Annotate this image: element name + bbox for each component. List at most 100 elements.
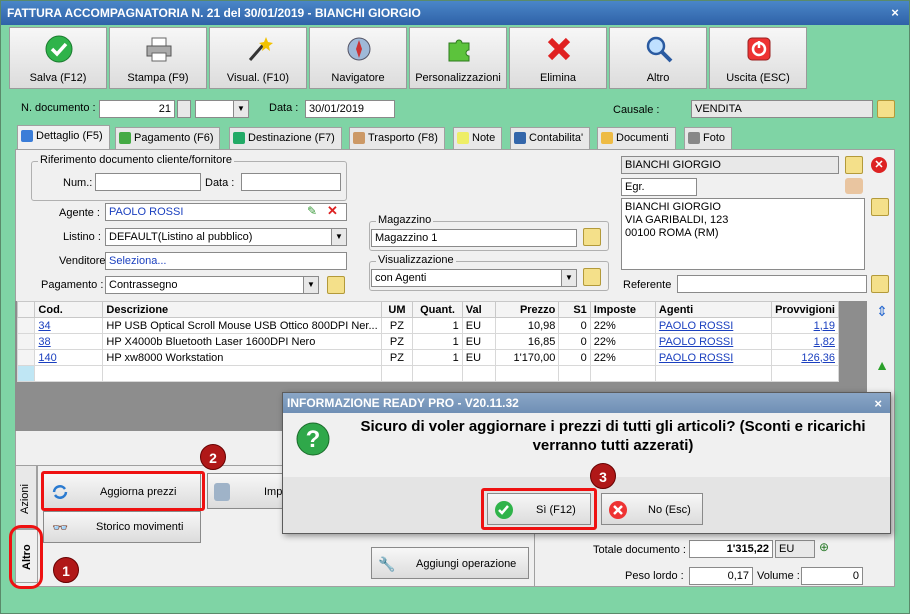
print-button[interactable]: Stampa (F9) <box>109 27 207 89</box>
cell-agenti[interactable]: PAOLO ROSSI <box>654 333 773 350</box>
col-cod[interactable]: Cod. <box>34 301 104 318</box>
causale-field[interactable]: VENDITA <box>691 100 873 118</box>
visualizzazione-folder-icon[interactable] <box>583 268 601 286</box>
num-field[interactable] <box>95 173 201 191</box>
empty-cell[interactable] <box>412 365 463 382</box>
cell-descrizione[interactable]: HP X4000b Bluetooth Laser 1600DPI Nero <box>102 333 382 350</box>
pagamento-folder-icon[interactable] <box>327 276 345 294</box>
empty-cell[interactable] <box>34 365 104 382</box>
customer-folder-icon[interactable] <box>845 156 863 174</box>
venditore-field[interactable]: Seleziona... <box>105 252 347 270</box>
empty-cell[interactable] <box>771 365 839 382</box>
col-prezzo[interactable]: Prezzo <box>495 301 560 318</box>
cell-descrizione[interactable]: HP xw8000 Workstation <box>102 349 382 366</box>
address-box[interactable]: BIANCHI GIORGIO VIA GARIBALDI, 123 00100… <box>621 198 865 270</box>
tab-trasporto[interactable]: Trasporto (F8) <box>349 127 445 149</box>
empty-cell[interactable] <box>461 365 497 382</box>
cell-val[interactable]: EU <box>461 333 497 350</box>
no-button[interactable]: No (Esc) <box>601 493 703 525</box>
empty-cell[interactable] <box>380 365 414 382</box>
ndoc-series-select[interactable]: ▼ <box>195 100 249 118</box>
col-s1[interactable]: S1 <box>558 301 591 318</box>
col-val[interactable]: Val <box>461 301 497 318</box>
col-descrizione[interactable]: Descrizione <box>102 301 382 318</box>
empty-cell[interactable] <box>495 365 560 382</box>
tab-foto[interactable]: Foto <box>684 127 733 149</box>
col-quant[interactable]: Quant. <box>412 301 463 318</box>
tab-note[interactable]: Note <box>453 127 503 149</box>
col-agenti[interactable]: Agenti <box>654 301 773 318</box>
cell-quant[interactable]: 1 <box>412 349 463 366</box>
peso-field[interactable]: 0,17 <box>689 567 753 585</box>
remove-customer-icon[interactable]: ✕ <box>871 157 887 173</box>
table-row-new[interactable] <box>16 365 839 382</box>
more-button[interactable]: Altro <box>609 27 707 89</box>
cell-s1[interactable]: 0 <box>558 333 591 350</box>
dialog-close-button[interactable]: × <box>874 394 882 414</box>
empty-cell[interactable] <box>654 365 773 382</box>
address-folder-icon[interactable] <box>871 198 889 216</box>
exit-button[interactable]: Uscita (ESC) <box>709 27 807 89</box>
view-button[interactable]: Visual. (F10) <box>209 27 307 89</box>
referente-field[interactable] <box>677 275 867 293</box>
cell-um[interactable]: PZ <box>380 333 414 350</box>
col-provvigioni[interactable]: Provvigioni <box>771 301 839 318</box>
ndoc-spin[interactable] <box>177 100 191 118</box>
visualizzazione-select[interactable]: con Agenti ▼ <box>371 269 577 287</box>
empty-cell[interactable] <box>558 365 591 382</box>
cell-quant[interactable]: 1 <box>412 333 463 350</box>
cell-val[interactable]: EU <box>461 317 497 334</box>
aggiungi-operazione-button[interactable]: 🔧 Aggiungi operazione <box>371 547 529 579</box>
cell-s1[interactable]: 0 <box>558 349 591 366</box>
tab-azioni[interactable]: Azioni <box>15 465 37 529</box>
tab-documenti[interactable]: Documenti <box>597 127 676 149</box>
edit-pencil-icon[interactable]: ✎ <box>307 204 317 218</box>
col-um[interactable]: UM <box>380 301 414 318</box>
table-row[interactable]: 140 HP xw8000 Workstation PZ 1 EU 1'170,… <box>16 349 839 366</box>
cell-prezzo[interactable]: 16,85 <box>495 333 560 350</box>
cell-s1[interactable]: 0 <box>558 317 591 334</box>
volume-field[interactable]: 0 <box>801 567 863 585</box>
cell-cod[interactable]: 34 <box>34 317 104 334</box>
cell-prezzo[interactable]: 10,98 <box>495 317 560 334</box>
customer-name-field[interactable]: BIANCHI GIORGIO <box>621 156 839 174</box>
referente-folder-icon[interactable] <box>871 275 889 293</box>
cell-val[interactable]: EU <box>461 349 497 366</box>
person-search-icon[interactable] <box>845 178 863 194</box>
table-row[interactable]: 38 HP X4000b Bluetooth Laser 1600DPI Ner… <box>16 333 839 350</box>
cell-descrizione[interactable]: HP USB Optical Scroll Mouse USB Ottico 8… <box>102 317 382 334</box>
search-currency-icon[interactable]: ⊕ <box>819 540 829 554</box>
customizations-button[interactable]: Personalizzazioni <box>409 27 507 89</box>
rif-date-field[interactable] <box>241 173 341 191</box>
table-row[interactable]: 34 HP USB Optical Scroll Mouse USB Ottic… <box>16 317 839 334</box>
magazzino-folder-icon[interactable] <box>583 228 601 246</box>
cell-um[interactable]: PZ <box>380 349 414 366</box>
cell-agenti[interactable]: PAOLO ROSSI <box>654 317 773 334</box>
magazzino-field[interactable]: Magazzino 1 <box>371 229 577 247</box>
causale-folder-icon[interactable] <box>877 100 895 118</box>
cell-imposte[interactable]: 22% <box>589 349 656 366</box>
tab-destinazione[interactable]: Destinazione (F7) <box>229 127 342 149</box>
cell-imposte[interactable]: 22% <box>589 333 656 350</box>
title-field[interactable]: Egr. <box>621 178 697 196</box>
move-updown-icon[interactable]: ⇕ <box>873 303 891 321</box>
date-field[interactable]: 30/01/2019 <box>305 100 395 118</box>
import-button[interactable]: Imp <box>207 473 287 509</box>
tab-pagamento[interactable]: Pagamento (F6) <box>115 127 221 149</box>
delete-button[interactable]: Elimina <box>509 27 607 89</box>
cell-provvigioni[interactable]: 126,36 <box>771 349 839 366</box>
ndoc-field[interactable]: 21 <box>99 100 175 118</box>
cell-agenti[interactable]: PAOLO ROSSI <box>654 349 773 366</box>
empty-cell[interactable] <box>102 365 382 382</box>
cell-cod[interactable]: 140 <box>34 349 104 366</box>
listino-select[interactable]: DEFAULT(Listino al pubblico) ▼ <box>105 228 347 246</box>
cell-um[interactable]: PZ <box>380 317 414 334</box>
empty-cell[interactable] <box>589 365 656 382</box>
window-close-button[interactable]: × <box>887 5 903 21</box>
tab-dettaglio[interactable]: Dettaglio (F5) <box>17 125 110 150</box>
clear-x-icon[interactable]: ✕ <box>327 203 338 219</box>
col-imposte[interactable]: Imposte <box>589 301 656 318</box>
save-button[interactable]: Salva (F12) <box>9 27 107 89</box>
cell-cod[interactable]: 38 <box>34 333 104 350</box>
pagamento-select[interactable]: Contrassegno ▼ <box>105 276 319 294</box>
